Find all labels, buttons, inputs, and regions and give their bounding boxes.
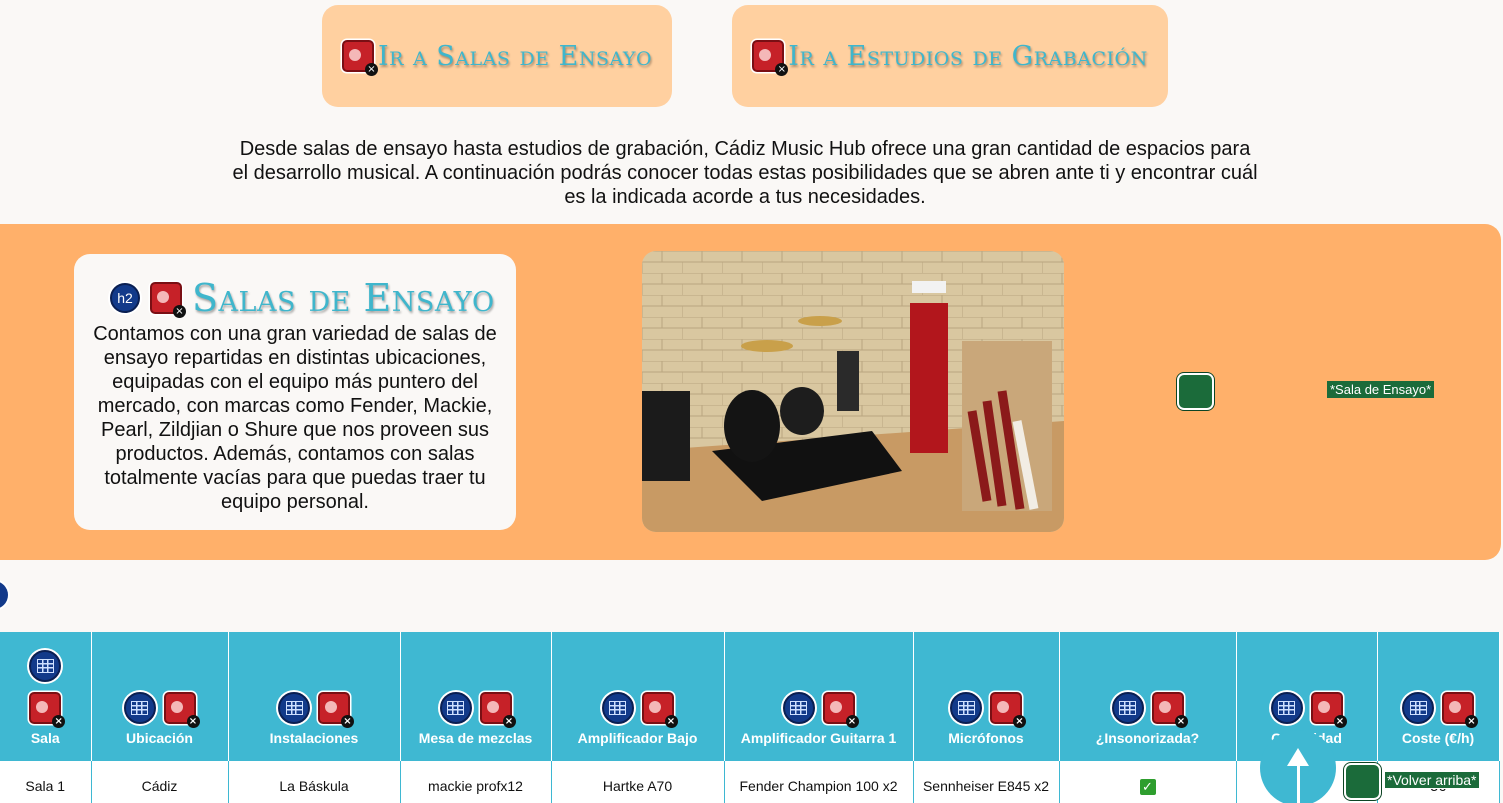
broken-image-icon: × [641,692,678,728]
table-cell: Sala 1 [0,761,92,803]
table-cell: ✓ [1059,761,1237,803]
broken-image-icon: × [150,282,186,318]
image-icon [1179,375,1212,408]
broken-image-icon: × [29,692,66,728]
th-amp-guitarra: × Amplificador Guitarra 1 [724,632,914,761]
table-cell: Sennheiser E845 x2 [913,761,1060,803]
table-cell: La Báskula [228,761,401,803]
th-amp-bajo: × Amplificador Bajo [551,632,725,761]
section-description: Contamos con una gran variedad de salas … [93,323,497,513]
intro-paragraph: Desde salas de ensayo hasta estudios de … [232,138,1258,208]
th-mesa-mezclas: × Mesa de mezclas [400,632,552,761]
table-cell: Hartke A70 [551,761,725,803]
link-icon [1346,765,1379,798]
broken-image-icon: × [822,692,859,728]
table-cell: Cádiz [91,761,229,803]
arrow-up-shaft [1297,755,1300,803]
table-icon [950,692,982,724]
section-heading: h2 × Salas de Ensayo [110,276,495,320]
nav-estudios-label: Ir a Estudios de Grabación [788,40,1148,72]
table-cell: mackie profx12 [400,761,552,803]
th-coste: × Coste (€/h) [1377,632,1500,761]
nav-salas-label: Ir a Salas de Ensayo [377,40,653,72]
back-to-top-link[interactable]: *Volver arriba* [1384,771,1480,789]
broken-image-icon: × [479,692,516,728]
image-alt-label: *Sala de Ensayo* [1327,381,1435,398]
broken-image-icon: × [341,40,378,76]
broken-image-icon: × [752,40,789,76]
table-icon [601,692,634,724]
broken-image-icon: × [1310,692,1347,728]
th-insonorizada: × ¿Insonorizada? [1059,632,1237,761]
heading-level-badge: h2 [110,283,140,313]
broken-image-icon: × [990,692,1026,728]
table-icon [123,692,156,724]
broken-image-icon: × [318,692,354,728]
nav-salas-button[interactable]: × Ir a Salas de Ensayo [322,5,672,107]
table-icon [439,692,472,724]
table-icon [278,692,310,724]
th-ubicacion: × Ubicación [91,632,229,761]
th-sala: × Sala [0,632,92,761]
th-instalaciones: × Instalaciones [228,632,401,761]
broken-image-icon: × [1442,692,1478,728]
nav-estudios-button[interactable]: × Ir a Estudios de Grabación [732,5,1168,107]
table-icon [29,650,62,682]
table-icon [1270,692,1303,724]
rehearsal-room-photo [642,251,1064,532]
table-icon [1111,692,1144,724]
broken-image-icon: × [163,692,200,728]
salas-card: h2 × Salas de Ensayo Contamos con una gr… [74,254,516,530]
th-microfonos: × Micrófonos [913,632,1060,761]
section-title: Salas de Ensayo [192,276,495,320]
broken-image-icon: × [1151,692,1188,728]
table-cell: Fender Champion 100 x2 [724,761,914,803]
table-icon [782,692,815,724]
table-anchor-icon [0,581,8,609]
table-icon [1402,692,1434,724]
check-icon: ✓ [1139,778,1156,795]
